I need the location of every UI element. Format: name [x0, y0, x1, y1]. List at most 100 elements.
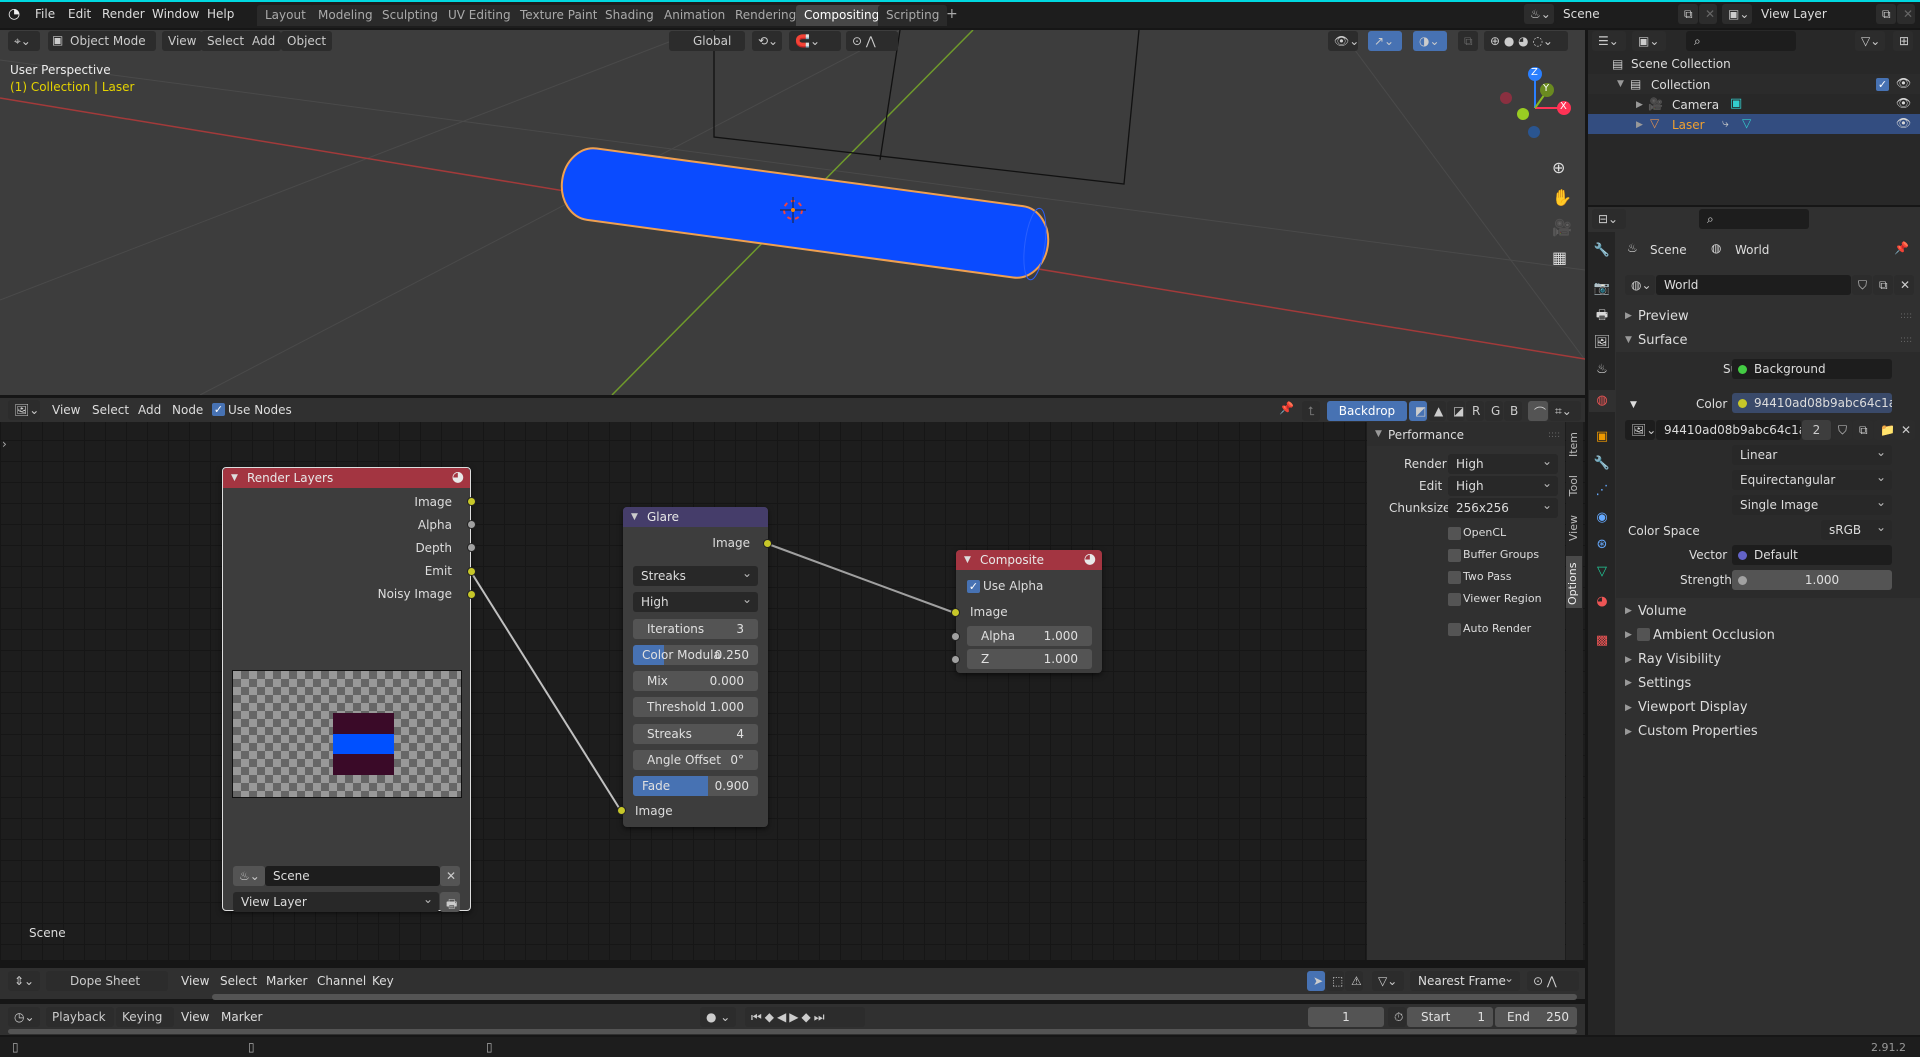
expand-camera-icon[interactable]: ▶: [1636, 100, 1643, 110]
camera-data-icon[interactable]: ▣: [1730, 96, 1742, 111]
delete-view-layer-icon[interactable]: ✕: [1897, 4, 1915, 24]
scene-tab-icon[interactable]: ♨: [1589, 359, 1615, 381]
render-layers-node[interactable]: ▼ Render Layers ◕ Image Alpha Depth Emit…: [222, 467, 471, 912]
channel-r-button[interactable]: R: [1466, 401, 1484, 421]
tab-sculpting[interactable]: Sculpting: [374, 5, 447, 26]
sidebar-tab-view[interactable]: View: [1567, 515, 1580, 541]
outliner-display-mode-icon[interactable]: ☰⌄: [1592, 31, 1626, 51]
sidebar-tab-tool[interactable]: Tool: [1567, 475, 1580, 496]
z-field[interactable]: Z 1.000: [967, 649, 1092, 669]
color-modulation-slider[interactable]: Color Modula 0.250: [633, 645, 758, 665]
tab-modeling[interactable]: Modeling: [310, 5, 381, 26]
glare-node[interactable]: ▼ Glare Image Streaks High Iterations3 C…: [623, 507, 768, 827]
ortho-grid-icon[interactable]: ▦: [1552, 248, 1567, 267]
snap-node-element-icon[interactable]: ⌗⌄: [1549, 401, 1581, 421]
only-selected-icon[interactable]: ➤: [1307, 971, 1325, 991]
start-frame-field[interactable]: Start 1: [1407, 1007, 1493, 1027]
glare-socket-image-in[interactable]: [617, 806, 626, 815]
render-tab-icon[interactable]: 📷: [1589, 278, 1615, 300]
view-layer-tab-icon[interactable]: 🖼: [1589, 332, 1615, 354]
output-tab-icon[interactable]: 🖶: [1589, 305, 1615, 327]
color-expand-icon[interactable]: ▼: [1630, 400, 1637, 410]
render-quality-dropdown[interactable]: High: [1448, 454, 1558, 474]
material-tab-icon[interactable]: ◕: [1589, 591, 1615, 613]
dopesheet-menu-key[interactable]: Key: [372, 974, 394, 988]
streaks-field[interactable]: Streaks 4: [633, 724, 758, 744]
viewport-menu-object[interactable]: Object: [281, 31, 333, 51]
backdrop-alpha-icon[interactable]: ◪: [1447, 401, 1465, 421]
dopesheet-menu-view[interactable]: View: [181, 974, 209, 988]
image-fake-user-icon[interactable]: ⛉: [1832, 420, 1852, 440]
tab-uv-editing[interactable]: UV Editing: [440, 5, 519, 26]
camera-visibility-eye-icon[interactable]: 👁: [1896, 96, 1911, 110]
render-icon[interactable]: ◕: [1084, 551, 1096, 567]
volume-expand-icon[interactable]: ▶: [1625, 606, 1632, 616]
laser-visibility-eye-icon[interactable]: 👁: [1896, 116, 1911, 130]
overlay-toggle-icon[interactable]: ◑⌄: [1413, 31, 1447, 51]
tab-layout[interactable]: Layout: [257, 5, 314, 26]
projection-dropdown[interactable]: Equirectangular: [1732, 470, 1892, 490]
fake-user-shield-icon[interactable]: ⛉: [1852, 275, 1872, 295]
laser-object[interactable]: [557, 144, 1052, 281]
view-layer-dropdown[interactable]: View Layer: [233, 892, 439, 912]
pin-node-tree-icon[interactable]: 📌: [1279, 401, 1294, 415]
timeline-menu-marker[interactable]: Marker: [221, 1010, 262, 1024]
panel-ray-visibility[interactable]: Ray Visibility: [1638, 652, 1721, 667]
world-browse-icon[interactable]: ◍⌄: [1625, 275, 1655, 295]
dopesheet-editor-type-icon[interactable]: ⇕⌄: [8, 971, 40, 991]
selectability-icon[interactable]: 👁⌄: [1328, 31, 1359, 51]
snap-toggle-icon[interactable]: 🧲⌄: [789, 31, 841, 51]
use-alpha-checkbox[interactable]: ✓: [967, 580, 980, 593]
color-input-field[interactable]: 94410ad08b9abc64c1ab...: [1732, 393, 1892, 413]
tab-animation[interactable]: Animation: [656, 5, 734, 26]
image-browse-icon[interactable]: 🖼⌄: [1625, 420, 1656, 440]
viewport-menu-add[interactable]: Add: [246, 31, 282, 51]
duplicate-world-icon[interactable]: ⧉: [1873, 275, 1893, 295]
menu-file[interactable]: File: [35, 7, 55, 21]
dopesheet-mode-dropdown[interactable]: Dope Sheet: [46, 971, 168, 991]
proportional-edit-icon[interactable]: ⊙ ⋀: [846, 31, 898, 51]
buffer-groups-checkbox[interactable]: [1448, 549, 1461, 562]
composite-socket-z-in[interactable]: [951, 655, 960, 664]
drag-grip-icon[interactable]: ::::: [1900, 311, 1912, 321]
auto-render-checkbox[interactable]: [1448, 623, 1461, 636]
dopesheet-scrollbar[interactable]: [212, 994, 1577, 1000]
playback-controls-icon[interactable]: ⏮◆◀▶◆⏭: [745, 1007, 865, 1027]
properties-editor-type-icon[interactable]: ⊟⌄: [1592, 209, 1626, 229]
image-source-dropdown[interactable]: Single Image: [1732, 495, 1892, 515]
object-mode-dropdown[interactable]: Object Mode: [48, 31, 156, 51]
glare-header[interactable]: ▼ Glare: [623, 507, 768, 527]
tool-tab-icon[interactable]: 🔧: [1589, 240, 1615, 262]
viewport-display-expand-icon[interactable]: ▶: [1625, 703, 1632, 713]
dopesheet-proportional-icon[interactable]: ⊙ ⋀: [1527, 971, 1579, 991]
new-collection-icon[interactable]: ⊞: [1893, 31, 1913, 51]
world-tab-icon[interactable]: ◍: [1589, 390, 1615, 412]
pin-icon[interactable]: 📌: [1894, 241, 1909, 255]
interpolation-dropdown[interactable]: Linear: [1732, 445, 1892, 465]
timeline-scrollbar[interactable]: [8, 1029, 1577, 1034]
ray-visibility-expand-icon[interactable]: ▶: [1625, 655, 1632, 665]
duplicate-image-icon[interactable]: ⧉: [1853, 420, 1873, 440]
surface-shader-field[interactable]: Background: [1732, 359, 1892, 379]
glare-type-dropdown[interactable]: Streaks: [633, 566, 758, 586]
menu-edit[interactable]: Edit: [68, 7, 91, 21]
new-scene-icon[interactable]: ⧉: [1678, 4, 1698, 24]
opencl-checkbox[interactable]: [1448, 527, 1461, 540]
scene-field[interactable]: Scene: [1555, 4, 1677, 24]
current-frame-field[interactable]: 1: [1308, 1007, 1384, 1027]
outliner-item-collection[interactable]: Collection: [1651, 78, 1710, 92]
open-image-folder-icon[interactable]: 📁: [1874, 420, 1895, 440]
node-menu-view[interactable]: View: [52, 403, 80, 417]
image-users-count[interactable]: 2: [1802, 420, 1831, 440]
node-collapse-icon[interactable]: ▼: [964, 555, 971, 565]
viewer-region-checkbox[interactable]: [1448, 593, 1461, 606]
render-icon[interactable]: ◕: [452, 469, 464, 485]
dopesheet-menu-channel[interactable]: Channel: [317, 974, 366, 988]
panel-volume[interactable]: Volume: [1638, 604, 1686, 619]
zoom-view-icon[interactable]: ⊕: [1552, 158, 1565, 177]
angle-offset-field[interactable]: Angle Offset 0°: [633, 750, 758, 770]
backdrop-color-alpha-icon[interactable]: ◩: [1409, 401, 1427, 421]
timeline-editor-type-icon[interactable]: ◷⌄: [8, 1007, 40, 1027]
outliner-item-camera[interactable]: Camera: [1672, 98, 1719, 112]
surface-collapse-icon[interactable]: ▼: [1625, 335, 1632, 345]
